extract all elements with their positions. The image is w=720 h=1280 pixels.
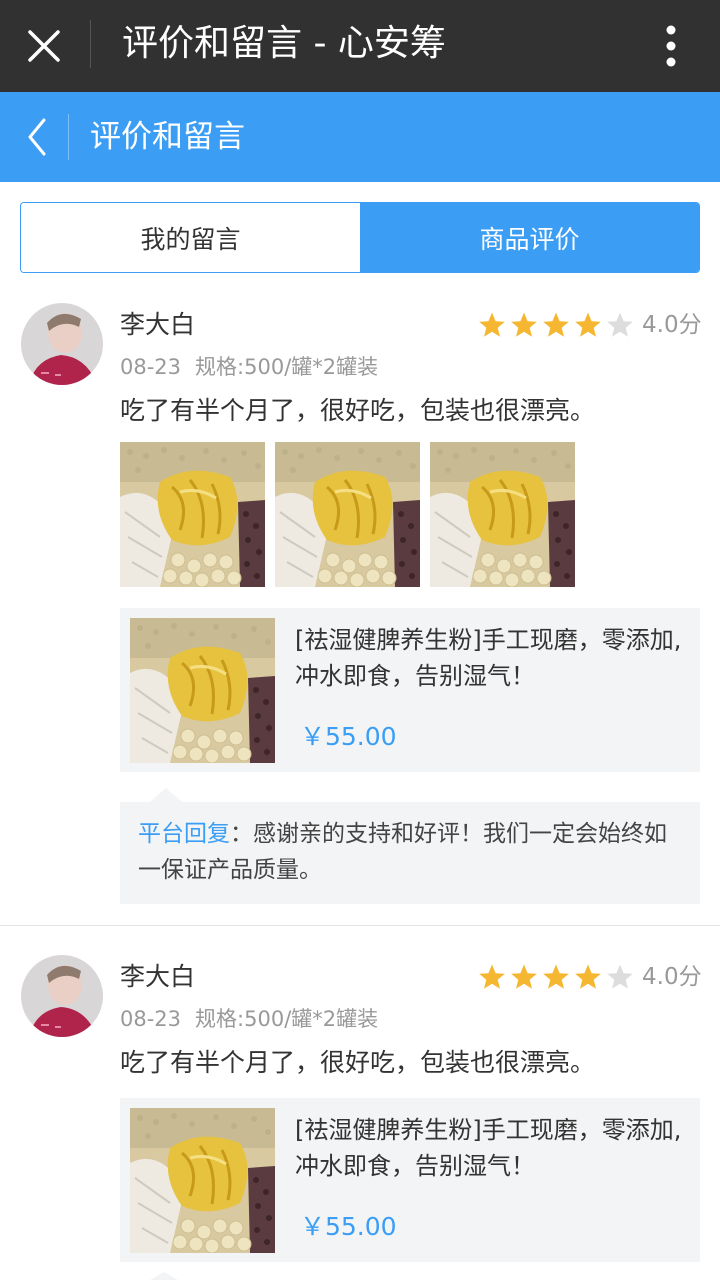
review-content: 吃了有半个月了，很好吃，包装也很漂亮。 (120, 1048, 596, 1077)
star-icon (574, 311, 602, 339)
rating-score: 4.0分 (642, 312, 702, 338)
window-title: 评价和留言 - 心安筹 (122, 23, 446, 64)
tab-bar: 我的留言 商品评价 (20, 202, 700, 273)
product-image (130, 618, 275, 763)
avatar (21, 303, 103, 385)
star-icon (510, 311, 538, 339)
review-meta: 08-23 规格:500/罐*2罐装 (120, 1004, 378, 1034)
star-icon (510, 963, 538, 991)
product-title: [祛湿健脾养生粉]手工现磨，零添加,冲水即食，告别湿气！ (295, 626, 682, 690)
rating-stars (478, 311, 634, 339)
review-photo[interactable] (275, 442, 420, 587)
review-date: 08-23 (120, 355, 182, 379)
review-item: 李大白 4.0分 08-23 规格:500/罐*2罐装 吃了有半个月了，很好吃，包… (0, 290, 720, 926)
product-price: ￥55.00 (300, 1212, 397, 1241)
star-icon (478, 311, 506, 339)
star-icon (606, 311, 634, 339)
page-title: 评价和留言 (90, 119, 245, 155)
product-card[interactable]: [祛湿健脾养生粉]手工现磨，零添加,冲水即食，告别湿气！ ￥55.00 (120, 608, 700, 772)
star-icon (542, 963, 570, 991)
product-image (130, 1108, 275, 1253)
chevron-left-icon[interactable] (22, 116, 52, 158)
close-icon[interactable] (22, 24, 66, 68)
review-date: 08-23 (120, 1007, 182, 1031)
reply-label: 平台回复 (138, 821, 230, 847)
reviewer-name: 李大白 (120, 962, 196, 991)
star-icon (606, 963, 634, 991)
star-icon (542, 311, 570, 339)
tab-my-messages[interactable]: 我的留言 (21, 203, 360, 272)
product-title: [祛湿健脾养生粉]手工现磨，零添加,冲水即食，告别湿气！ (295, 1116, 682, 1180)
platform-reply: 平台回复：感谢亲的支持和好评！我们一定会始终如一保证产品质量。 (120, 788, 700, 904)
review-meta: 08-23 规格:500/罐*2罐装 (120, 352, 378, 382)
reply-pointer (150, 788, 182, 802)
star-icon (478, 963, 506, 991)
reply-pointer (150, 1272, 178, 1280)
titlebar-divider (90, 20, 91, 68)
more-vertical-icon[interactable] (656, 24, 686, 68)
product-price: ￥55.00 (300, 722, 397, 751)
window-titlebar: 评价和留言 - 心安筹 (0, 0, 720, 92)
review-photo[interactable] (120, 442, 265, 587)
nav-header: 评价和留言 (0, 92, 720, 182)
nav-divider (68, 114, 69, 160)
review-item: 李大白 4.0分 08-23 规格:500/罐*2罐装 吃了有半个月了，很好吃，包… (0, 942, 720, 1280)
review-content: 吃了有半个月了，很好吃，包装也很漂亮。 (120, 396, 596, 425)
review-spec: 规格:500/罐*2罐装 (195, 1007, 379, 1031)
tab-product-reviews[interactable]: 商品评价 (360, 203, 699, 272)
rating-score: 4.0分 (642, 964, 702, 990)
review-photos (120, 442, 575, 587)
avatar (21, 955, 103, 1037)
review-photo[interactable] (430, 442, 575, 587)
star-icon (574, 963, 602, 991)
reviewer-name: 李大白 (120, 310, 196, 339)
review-spec: 规格:500/罐*2罐装 (195, 355, 379, 379)
rating-stars (478, 963, 634, 991)
product-card[interactable]: [祛湿健脾养生粉]手工现磨，零添加,冲水即食，告别湿气！ ￥55.00 (120, 1098, 700, 1262)
